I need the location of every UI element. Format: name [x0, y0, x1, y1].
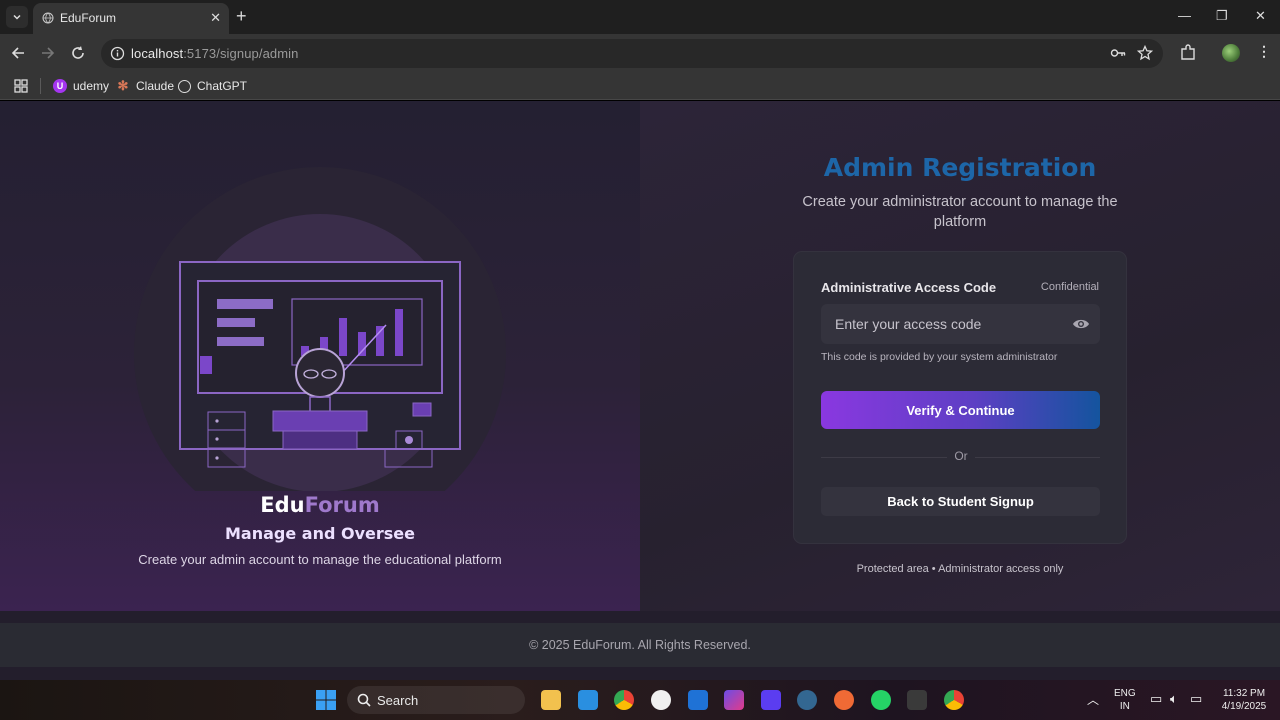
- chrome-active-icon[interactable]: [944, 690, 964, 710]
- page-title: Admin Registration: [823, 153, 1097, 182]
- or-label: Or: [947, 449, 975, 463]
- outlook-icon[interactable]: [688, 690, 708, 710]
- app-icon[interactable]: [907, 690, 927, 710]
- udemy-icon: U: [53, 79, 67, 93]
- browser-toolbar: localhost:5173/signup/admin ⋮: [0, 34, 1280, 72]
- maximize-button[interactable]: ❐: [1216, 8, 1228, 24]
- close-tab-icon[interactable]: ✕: [210, 10, 221, 26]
- battery-icon[interactable]: ▭: [1190, 691, 1202, 707]
- chrome-icon[interactable]: [614, 690, 634, 710]
- lang-line2: IN: [1119, 701, 1130, 712]
- close-window-button[interactable]: ✕: [1255, 8, 1266, 24]
- bookmark-label: Claude: [136, 79, 175, 93]
- tab-search-button[interactable]: [6, 6, 28, 28]
- lang-line1: ENG: [1114, 688, 1136, 699]
- bookmark-star-icon[interactable]: [1137, 45, 1153, 61]
- reload-button[interactable]: [68, 43, 88, 63]
- android-studio-icon[interactable]: [651, 690, 671, 710]
- windows-taskbar: Search ︿ ENG IN ▭ 🔈︎ ▭ 11:32 PM 4/19/2025: [0, 680, 1280, 720]
- copyright-text: © 2025 EduForum. All Rights Reserved.: [529, 638, 751, 652]
- whatsapp-icon[interactable]: [871, 690, 891, 710]
- browser-tab[interactable]: EduForum ✕: [33, 3, 229, 34]
- intellij-icon[interactable]: [761, 690, 781, 710]
- reload-icon: [72, 46, 84, 59]
- back-button[interactable]: [8, 43, 28, 63]
- copilot-icon[interactable]: [724, 690, 744, 710]
- password-key-icon[interactable]: [1110, 45, 1126, 61]
- clock[interactable]: 11:32 PM 4/19/2025: [1214, 687, 1274, 713]
- access-code-hint: This code is provided by your system adm…: [821, 351, 1058, 363]
- apps-grid-icon[interactable]: [14, 79, 28, 93]
- bookmark-label: udemy: [73, 79, 110, 93]
- address-bar[interactable]: localhost:5173/signup/admin: [101, 39, 1163, 68]
- brand-logo-text: EduForum: [0, 493, 640, 517]
- clock-date: 4/19/2025: [1221, 701, 1267, 712]
- network-icon[interactable]: ▭: [1150, 691, 1162, 707]
- sub-tagline: Create your admin account to manage the …: [138, 552, 502, 567]
- volume-icon[interactable]: 🔈︎: [1170, 691, 1178, 707]
- postman-icon[interactable]: [834, 690, 854, 710]
- access-code-input[interactable]: [821, 304, 1100, 344]
- arrow-left-icon: [11, 47, 24, 59]
- url-path: :5173/signup/admin: [183, 46, 299, 61]
- back-to-student-signup-button[interactable]: Back to Student Signup: [821, 487, 1100, 516]
- bookmark-udemy[interactable]: Uudemy: [53, 77, 109, 95]
- url-text[interactable]: localhost:5173/signup/admin: [131, 46, 299, 61]
- access-code-label: Administrative Access Code: [821, 280, 997, 295]
- admin-dashboard-illustration: [134, 167, 506, 491]
- language-indicator[interactable]: ENG IN: [1114, 687, 1136, 713]
- illustration-panel: EduForum Manage and Oversee Create your …: [0, 101, 640, 611]
- windows-start-icon[interactable]: [316, 690, 336, 710]
- menu-kebab-icon[interactable]: ⋮: [1257, 43, 1271, 60]
- confidential-badge: Confidential: [1040, 281, 1099, 293]
- arrow-right-icon: [42, 47, 55, 59]
- bookmarks-bar: Uudemy ✻ Claude ChatGPT: [0, 72, 1280, 100]
- chevron-up-icon[interactable]: ︿: [1087, 691, 1099, 708]
- browser-tab-bar: EduForum ✕ + — ❐ ✕: [0, 0, 1280, 34]
- page-content: EduForum Manage and Oversee Create your …: [0, 101, 1280, 680]
- globe-icon: [42, 12, 54, 24]
- claude-icon: ✻: [117, 78, 129, 93]
- new-tab-button[interactable]: +: [236, 6, 247, 26]
- profile-avatar[interactable]: [1222, 44, 1240, 62]
- taskbar-search[interactable]: Search: [347, 686, 525, 714]
- verify-continue-button[interactable]: Verify & Continue: [821, 391, 1100, 429]
- postgresql-icon[interactable]: [797, 690, 817, 710]
- chevron-down-icon: [13, 14, 21, 20]
- site-info-icon[interactable]: [110, 46, 125, 61]
- chatgpt-icon: [178, 79, 191, 93]
- bookmark-label: ChatGPT: [197, 79, 248, 93]
- bookmark-claude[interactable]: ✻ Claude: [116, 77, 174, 95]
- brand-part-forum: Forum: [304, 493, 380, 517]
- tab-title: EduForum: [60, 11, 117, 25]
- clock-time: 11:32 PM: [1222, 688, 1266, 699]
- vscode-icon[interactable]: [578, 690, 598, 710]
- forward-button[interactable]: [38, 43, 58, 63]
- eye-icon[interactable]: [1072, 316, 1090, 332]
- url-host: localhost: [131, 46, 184, 61]
- bookmark-divider: [40, 78, 41, 94]
- tagline: Manage and Oversee: [225, 524, 415, 543]
- file-explorer-icon[interactable]: [541, 690, 561, 710]
- protected-notice: Protected area • Administrator access on…: [856, 563, 1064, 575]
- minimize-button[interactable]: —: [1178, 8, 1191, 23]
- search-label: Search: [377, 693, 419, 708]
- bookmark-chatgpt[interactable]: ChatGPT: [178, 77, 247, 95]
- search-icon: [357, 693, 371, 707]
- access-code-card: Administrative Access Code Confidential …: [793, 251, 1127, 544]
- footer: © 2025 EduForum. All Rights Reserved.: [0, 623, 1280, 667]
- page-subtitle: Create your administrator account to man…: [802, 194, 1118, 230]
- brand-part-edu: Edu: [260, 493, 305, 517]
- extensions-icon[interactable]: [1179, 44, 1197, 62]
